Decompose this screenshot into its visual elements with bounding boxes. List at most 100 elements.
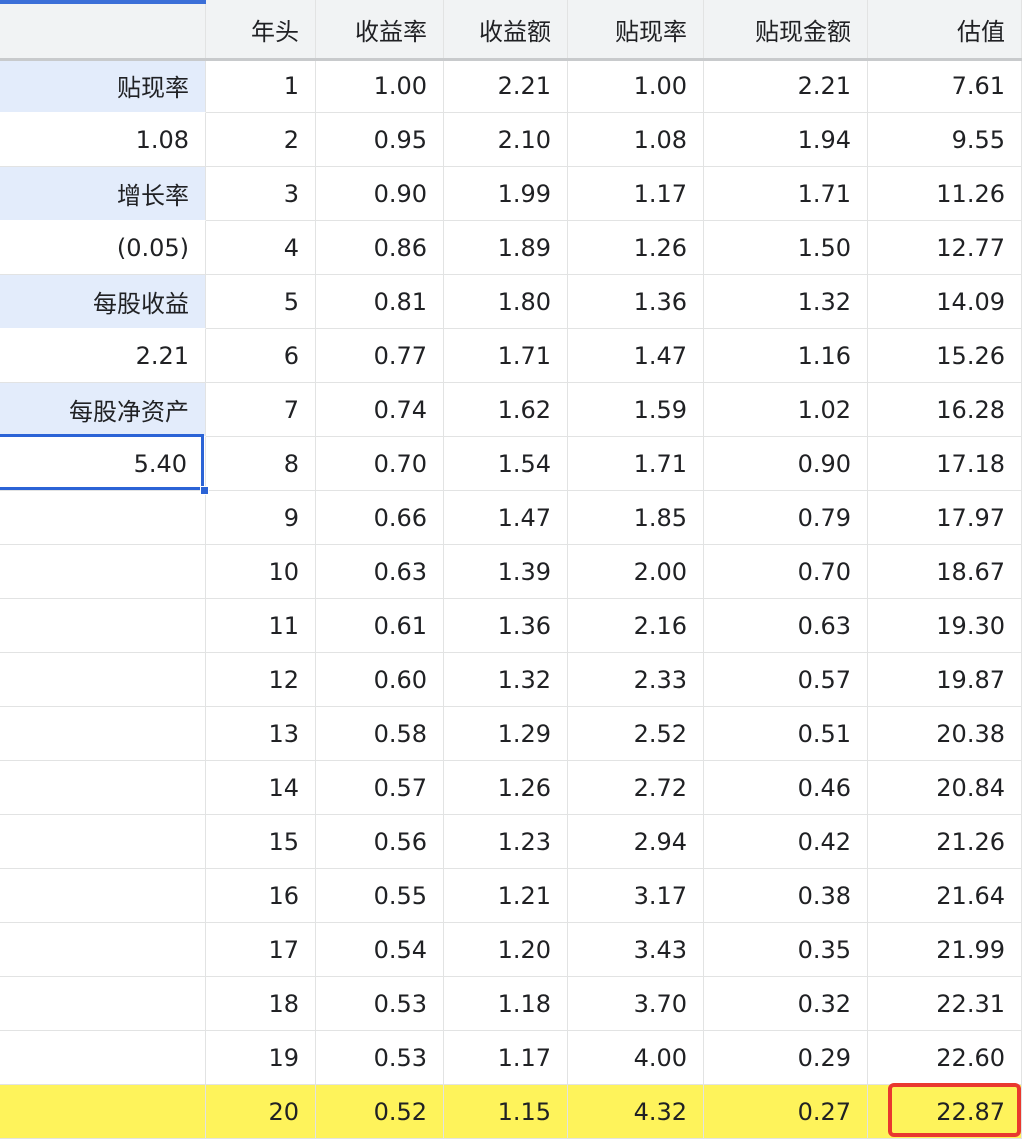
discount-rate-cell[interactable]: 1.00 [568, 59, 704, 113]
year-cell[interactable]: 18 [206, 977, 316, 1031]
yield-rate-cell[interactable]: 0.66 [316, 491, 444, 545]
discount-rate-cell[interactable]: 3.17 [568, 869, 704, 923]
discounted-amount-cell[interactable]: 0.46 [704, 761, 868, 815]
yield-rate-cell[interactable]: 1.00 [316, 59, 444, 113]
empty-cell[interactable] [0, 815, 206, 869]
year-cell[interactable]: 9 [206, 491, 316, 545]
discount-rate-cell[interactable]: 1.47 [568, 329, 704, 383]
yield-rate-cell[interactable]: 0.58 [316, 707, 444, 761]
valuation-cell[interactable]: 21.64 [868, 869, 1022, 923]
column-header-cell[interactable]: 贴现率 [568, 0, 704, 59]
discount-rate-cell[interactable]: 2.72 [568, 761, 704, 815]
yield-rate-cell[interactable]: 0.55 [316, 869, 444, 923]
discounted-amount-cell[interactable]: 0.29 [704, 1031, 868, 1085]
yield-rate-cell[interactable]: 0.54 [316, 923, 444, 977]
discounted-amount-cell[interactable]: 1.71 [704, 167, 868, 221]
param-label-cell[interactable]: 贴现率 [0, 59, 206, 113]
param-label-cell[interactable]: 增长率 [0, 167, 206, 221]
corner-header-cell[interactable] [0, 0, 206, 59]
yield-amount-cell[interactable]: 1.32 [444, 653, 568, 707]
valuation-cell[interactable]: 20.38 [868, 707, 1022, 761]
discount-rate-cell[interactable]: 4.00 [568, 1031, 704, 1085]
valuation-cell[interactable]: 19.87 [868, 653, 1022, 707]
discount-rate-cell[interactable]: 1.08 [568, 113, 704, 167]
year-cell[interactable]: 8 [206, 437, 316, 491]
year-cell[interactable]: 16 [206, 869, 316, 923]
column-header-cell[interactable]: 收益率 [316, 0, 444, 59]
yield-rate-cell[interactable]: 0.77 [316, 329, 444, 383]
discounted-amount-cell[interactable]: 1.94 [704, 113, 868, 167]
yield-amount-cell[interactable]: 1.36 [444, 599, 568, 653]
empty-cell[interactable] [0, 977, 206, 1031]
valuation-cell[interactable]: 11.26 [868, 167, 1022, 221]
discounted-amount-cell[interactable]: 0.79 [704, 491, 868, 545]
yield-rate-cell[interactable]: 0.57 [316, 761, 444, 815]
valuation-cell[interactable]: 22.87 [868, 1085, 1022, 1139]
yield-rate-cell[interactable]: 0.90 [316, 167, 444, 221]
year-cell[interactable]: 7 [206, 383, 316, 437]
discount-rate-cell[interactable]: 1.26 [568, 221, 704, 275]
yield-amount-cell[interactable]: 1.39 [444, 545, 568, 599]
discount-rate-cell[interactable]: 2.16 [568, 599, 704, 653]
discount-rate-cell[interactable]: 2.94 [568, 815, 704, 869]
column-header-cell[interactable]: 收益额 [444, 0, 568, 59]
param-label-cell[interactable]: 每股收益 [0, 275, 206, 329]
yield-rate-cell[interactable]: 0.56 [316, 815, 444, 869]
discounted-amount-cell[interactable]: 0.32 [704, 977, 868, 1031]
valuation-cell[interactable]: 17.97 [868, 491, 1022, 545]
year-cell[interactable]: 5 [206, 275, 316, 329]
yield-rate-cell[interactable]: 0.63 [316, 545, 444, 599]
yield-rate-cell[interactable]: 0.81 [316, 275, 444, 329]
valuation-cell[interactable]: 7.61 [868, 59, 1022, 113]
discounted-amount-cell[interactable]: 1.02 [704, 383, 868, 437]
yield-rate-cell[interactable]: 0.74 [316, 383, 444, 437]
discounted-amount-cell[interactable]: 0.51 [704, 707, 868, 761]
column-header-cell[interactable]: 年头 [206, 0, 316, 59]
valuation-cell[interactable]: 22.60 [868, 1031, 1022, 1085]
empty-cell[interactable] [0, 707, 206, 761]
discounted-amount-cell[interactable]: 0.35 [704, 923, 868, 977]
valuation-cell[interactable]: 15.26 [868, 329, 1022, 383]
discount-rate-cell[interactable]: 2.52 [568, 707, 704, 761]
yield-amount-cell[interactable]: 1.29 [444, 707, 568, 761]
param-label-cell[interactable]: 每股净资产 [0, 383, 206, 437]
discounted-amount-cell[interactable]: 1.16 [704, 329, 868, 383]
year-cell[interactable]: 10 [206, 545, 316, 599]
yield-amount-cell[interactable]: 1.17 [444, 1031, 568, 1085]
year-cell[interactable]: 11 [206, 599, 316, 653]
year-cell[interactable]: 3 [206, 167, 316, 221]
discount-rate-cell[interactable]: 1.17 [568, 167, 704, 221]
valuation-cell[interactable]: 17.18 [868, 437, 1022, 491]
yield-amount-cell[interactable]: 1.15 [444, 1085, 568, 1139]
valuation-cell[interactable]: 16.28 [868, 383, 1022, 437]
discounted-amount-cell[interactable]: 0.38 [704, 869, 868, 923]
valuation-cell[interactable]: 9.55 [868, 113, 1022, 167]
year-cell[interactable]: 15 [206, 815, 316, 869]
yield-rate-cell[interactable]: 0.52 [316, 1085, 444, 1139]
year-cell[interactable]: 12 [206, 653, 316, 707]
yield-amount-cell[interactable]: 1.20 [444, 923, 568, 977]
valuation-cell[interactable]: 21.99 [868, 923, 1022, 977]
yield-amount-cell[interactable]: 1.99 [444, 167, 568, 221]
empty-cell[interactable] [0, 545, 206, 599]
empty-cell[interactable] [0, 491, 206, 545]
selected-param-value-cell[interactable]: 5.40 [0, 437, 206, 491]
yield-amount-cell[interactable]: 1.18 [444, 977, 568, 1031]
yield-amount-cell[interactable]: 1.80 [444, 275, 568, 329]
discounted-amount-cell[interactable]: 1.50 [704, 221, 868, 275]
valuation-cell[interactable]: 19.30 [868, 599, 1022, 653]
yield-amount-cell[interactable]: 1.89 [444, 221, 568, 275]
discounted-amount-cell[interactable]: 1.32 [704, 275, 868, 329]
year-cell[interactable]: 4 [206, 221, 316, 275]
yield-amount-cell[interactable]: 1.62 [444, 383, 568, 437]
discount-rate-cell[interactable]: 1.85 [568, 491, 704, 545]
yield-amount-cell[interactable]: 1.54 [444, 437, 568, 491]
discounted-amount-cell[interactable]: 0.90 [704, 437, 868, 491]
discounted-amount-cell[interactable]: 0.27 [704, 1085, 868, 1139]
empty-cell[interactable] [0, 761, 206, 815]
year-cell[interactable]: 14 [206, 761, 316, 815]
year-cell[interactable]: 1 [206, 59, 316, 113]
empty-cell[interactable] [0, 653, 206, 707]
empty-cell[interactable] [0, 1085, 206, 1139]
discount-rate-cell[interactable]: 2.00 [568, 545, 704, 599]
